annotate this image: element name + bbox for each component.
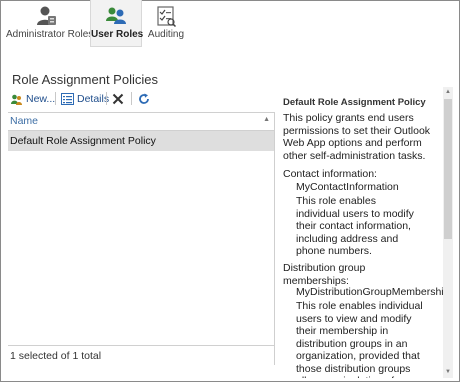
distribution-group-heading: Distribution group memberships: (283, 262, 366, 287)
tab-user-roles[interactable]: User Roles (90, 0, 144, 47)
details-scrollbar[interactable]: ▲ ▼ (443, 87, 453, 378)
list-header: Name ▲ (8, 113, 274, 131)
delete-x-icon (112, 94, 124, 105)
delete-button[interactable] (112, 90, 127, 108)
users-icon (105, 5, 127, 27)
details-pane: Default Role Assignment Policy This poli… (276, 87, 456, 378)
details-button-label: Details (77, 93, 110, 105)
policy-list: Name ▲ Default Role Assignment Policy 1 … (8, 112, 275, 365)
selection-count: 1 selected of 1 total (10, 350, 102, 362)
tab-administrator-roles[interactable]: Administrator Roles (6, 0, 94, 46)
sort-ascending-icon[interactable]: ▲ (263, 116, 270, 123)
details-icon (61, 93, 74, 106)
toolbar-divider (55, 92, 56, 105)
ribbon: Administrator Roles User Roles Auditing (0, 0, 458, 50)
tab-administrator-roles-label: Administrator Roles (6, 29, 94, 40)
row-name: Default Role Assignment Policy (10, 135, 156, 147)
tab-auditing[interactable]: Auditing (144, 0, 188, 46)
toolbar: New... Details (8, 88, 274, 108)
scroll-up-icon[interactable]: ▲ (444, 88, 452, 97)
new-button[interactable]: New... (10, 90, 55, 108)
refresh-icon (139, 93, 149, 105)
details-description: This policy grants end users permissions… (283, 112, 431, 162)
tab-user-roles-label: User Roles (91, 29, 144, 40)
tab-auditing-label: Auditing (147, 29, 185, 40)
toolbar-divider (131, 92, 132, 105)
table-row[interactable]: Default Role Assignment Policy (8, 131, 274, 151)
scrollbar-thumb[interactable] (444, 99, 452, 239)
details-title: Default Role Assignment Policy (283, 97, 426, 108)
new-icon (11, 94, 22, 105)
contact-role-description: This role enables individual users to mo… (296, 195, 414, 257)
section-title: Role Assignment Policies (12, 72, 158, 87)
new-button-label: New... (26, 93, 56, 105)
contact-role-name: MyContactInformation (296, 181, 399, 193)
details-button[interactable]: Details (61, 90, 109, 108)
status-bar: 1 selected of 1 total (8, 345, 274, 364)
scroll-down-icon[interactable]: ▼ (444, 368, 452, 377)
distribution-role-description: This role enables individual users to vi… (296, 300, 423, 378)
column-header-name[interactable]: Name (10, 115, 38, 127)
audit-checklist-icon (155, 5, 177, 28)
toolbar-divider (106, 92, 107, 105)
admin-user-icon (35, 5, 57, 27)
refresh-button[interactable] (138, 90, 153, 108)
distribution-role-name: MyDistributionGroupMembership (296, 286, 450, 298)
contact-info-heading: Contact information: (283, 168, 377, 180)
